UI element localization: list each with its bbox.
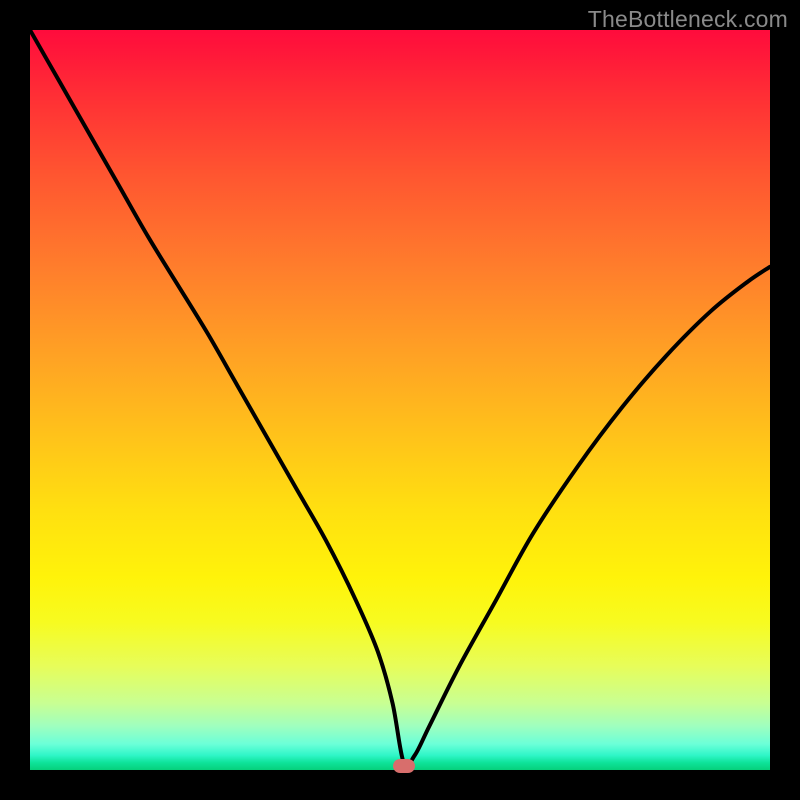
- bottleneck-curve: [30, 30, 770, 770]
- plot-area: [30, 30, 770, 770]
- watermark-text: TheBottleneck.com: [588, 6, 788, 33]
- optimum-marker: [393, 759, 415, 773]
- curve-path: [30, 30, 770, 766]
- chart-container: TheBottleneck.com: [0, 0, 800, 800]
